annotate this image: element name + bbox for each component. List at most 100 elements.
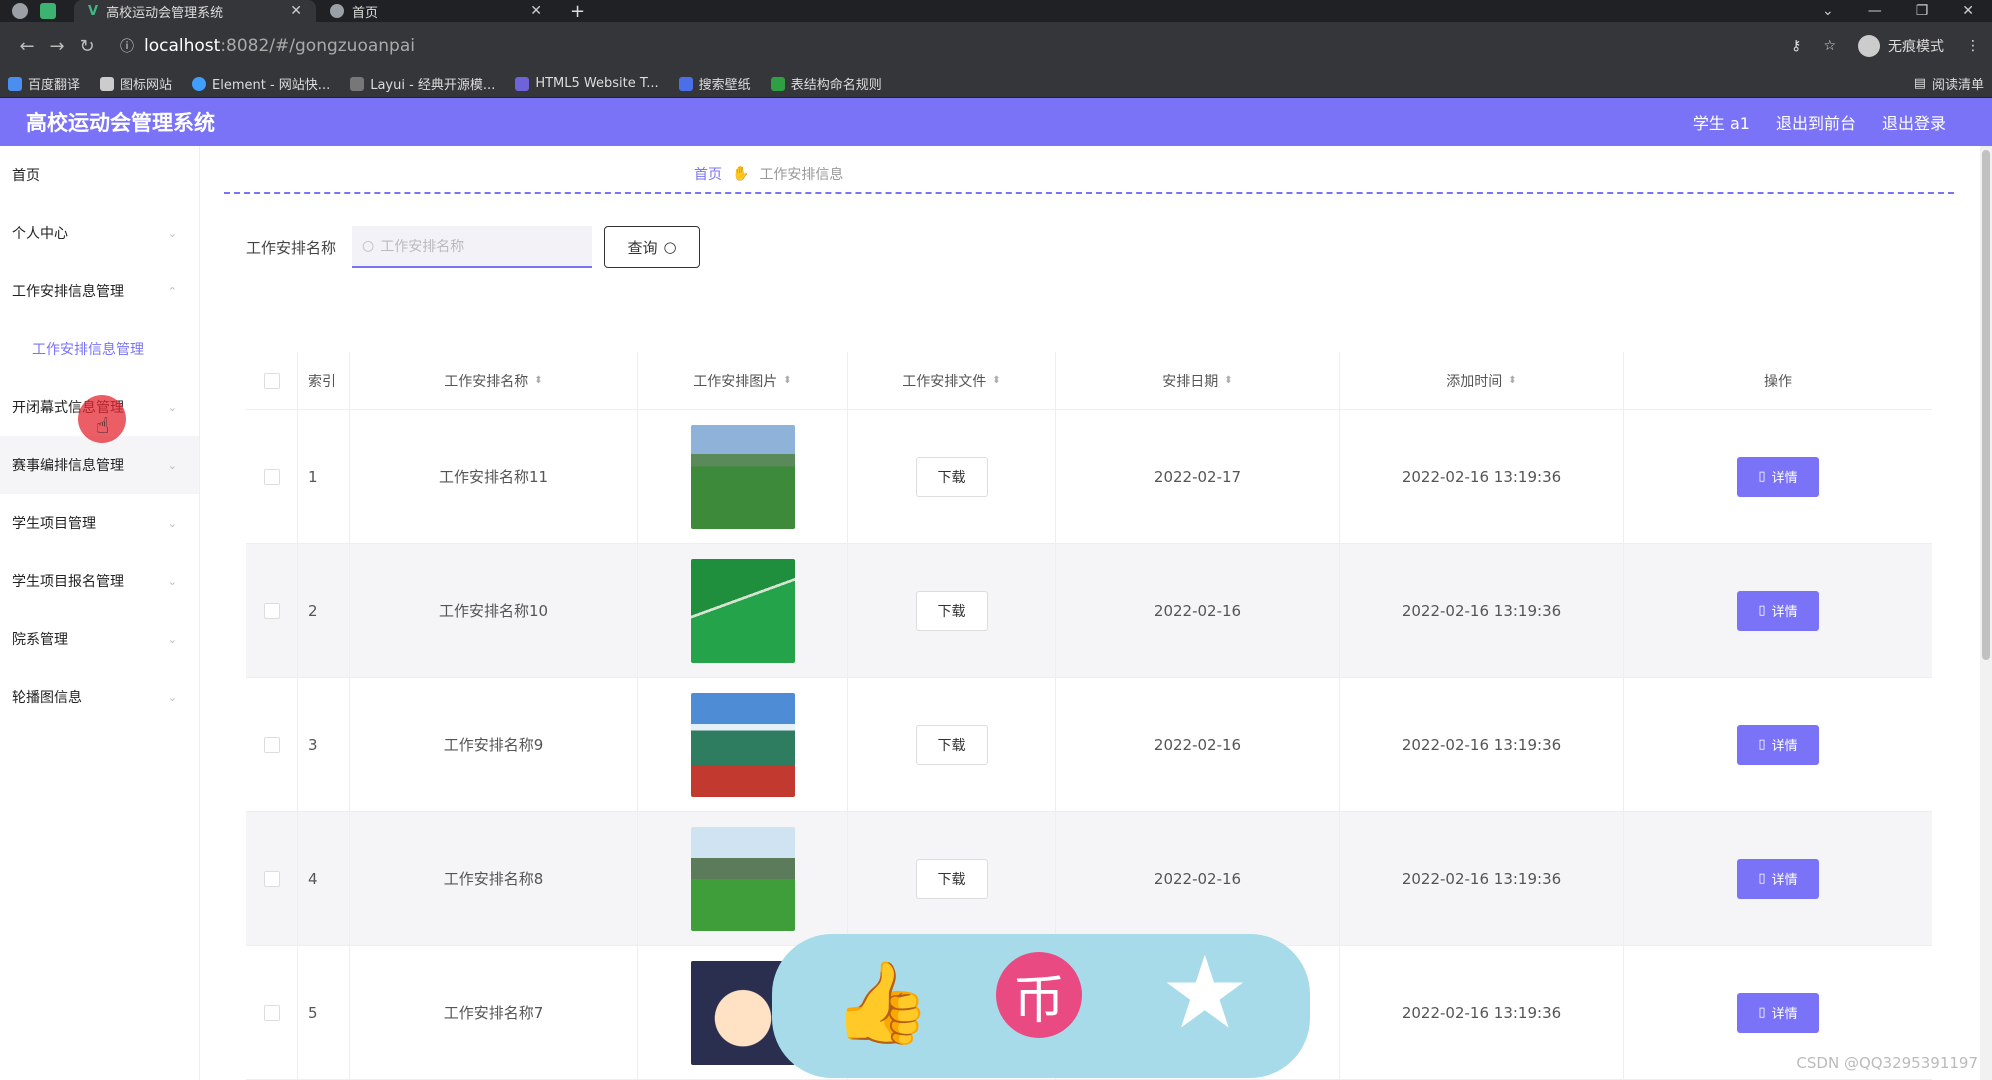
bookmark-icon xyxy=(350,76,365,91)
sidebar-subitem-work-schedule[interactable]: 工作安排信息管理 xyxy=(0,320,199,378)
detail-button[interactable]: ▯ 详情 xyxy=(1737,724,1819,765)
sidebar-item-student-signup[interactable]: 学生项目报名管理 ⌄ xyxy=(0,552,199,610)
star-favorite-icon[interactable]: ★ xyxy=(1160,934,1250,1051)
close-window-icon[interactable]: ✕ xyxy=(1962,3,1974,19)
download-button[interactable]: 下载 xyxy=(915,590,988,631)
vue-logo-icon: V xyxy=(88,3,99,19)
schedule-image[interactable] xyxy=(690,692,795,797)
tab-sports-system[interactable]: V 高校运动会管理系统 ✕ xyxy=(74,0,316,22)
table-row: 4 工作安排名称8 下载 2022-02-16 2022-02-16 13:19… xyxy=(246,812,1932,946)
search-input[interactable]: ○ 工作安排名称 xyxy=(352,226,593,268)
sidebar-item-student-project[interactable]: 学生项目管理 ⌄ xyxy=(0,494,199,552)
hand-separator-icon: ✋ xyxy=(732,166,750,182)
row-checkbox[interactable] xyxy=(263,870,280,887)
query-button[interactable]: 查询 ○ xyxy=(604,226,701,268)
restore-icon[interactable]: ❐ xyxy=(1916,3,1929,19)
breadcrumb-home[interactable]: 首页 xyxy=(694,164,722,184)
row-checkbox[interactable] xyxy=(263,1004,280,1021)
exit-to-frontend-link[interactable]: 退出到前台 xyxy=(1776,110,1856,134)
scrollbar-thumb[interactable] xyxy=(1982,150,1990,660)
row-checkbox[interactable] xyxy=(263,736,280,753)
sort-icon: ⬍ xyxy=(1508,375,1517,386)
download-button[interactable]: 下载 xyxy=(915,858,988,899)
tab-home[interactable]: 首页 ✕ xyxy=(316,0,556,22)
back-icon[interactable]: ← xyxy=(12,36,42,57)
logout-link[interactable]: 退出登录 xyxy=(1882,110,1946,134)
new-tab-icon[interactable]: + xyxy=(570,1,585,22)
column-header-sortable[interactable]: 安排日期 ⬍ xyxy=(1056,352,1340,409)
key-icon[interactable]: ⚷ xyxy=(1791,38,1801,54)
detail-button[interactable]: ▯ 详情 xyxy=(1737,992,1819,1033)
incognito-profile[interactable]: 无痕模式 xyxy=(1858,35,1944,57)
row-name: 工作安排名称11 xyxy=(438,468,549,486)
row-checkbox[interactable] xyxy=(263,602,280,619)
sidebar: 首页 个人中心 ⌄ 工作安排信息管理 ⌃ 工作安排信息管理 开闭幕式信息管理 ⌄ 赛事… xyxy=(0,146,200,1080)
bookmark-icon xyxy=(8,76,22,91)
bookmark-item[interactable]: 百度翻译 xyxy=(8,74,80,93)
row-date: 2022-02-17 xyxy=(1153,467,1242,486)
document-icon: ▯ xyxy=(1758,1005,1766,1020)
detail-button[interactable]: ▯ 详情 xyxy=(1737,858,1819,899)
bookmark-icon xyxy=(678,76,693,91)
bookmark-item[interactable]: HTML5 Website T... xyxy=(515,76,659,91)
detail-button[interactable]: ▯ 详情 xyxy=(1737,590,1819,631)
bookmark-item[interactable]: 搜索壁纸 xyxy=(678,74,751,93)
bookmark-icon xyxy=(515,76,530,91)
incognito-icon xyxy=(1858,35,1880,57)
bookmark-item[interactable]: 表结构命名规则 xyxy=(770,74,882,93)
sidebar-item-event-schedule[interactable]: 赛事编排信息管理 ⌄ xyxy=(0,436,199,494)
download-button[interactable]: 下载 xyxy=(915,456,988,497)
bookmark-item[interactable]: 图标网站 xyxy=(100,74,172,93)
breadcrumb-current: 工作安排信息 xyxy=(759,167,844,183)
close-icon[interactable]: ✕ xyxy=(290,3,302,19)
close-icon[interactable]: ✕ xyxy=(530,3,542,19)
sidebar-item-carousel[interactable]: 轮播图信息 ⌄ xyxy=(0,668,199,726)
sort-icon: ⬍ xyxy=(1224,375,1233,386)
thumbs-up-icon[interactable]: 👍 xyxy=(832,956,932,1050)
breadcrumb: 首页 ✋ 工作安排信息 xyxy=(694,164,843,184)
column-header-sortable[interactable]: 工作安排名称 ⬍ xyxy=(350,352,638,409)
kebab-menu-icon[interactable]: ⋮ xyxy=(1966,38,1980,54)
column-header: 索引 xyxy=(308,373,336,390)
app-favicon-icon[interactable] xyxy=(40,3,56,19)
document-icon: ▯ xyxy=(1758,737,1766,752)
row-added-time: 2022-02-16 13:19:36 xyxy=(1401,869,1562,888)
sort-icon: ⬍ xyxy=(783,375,792,386)
column-header-sortable[interactable]: 添加时间 ⬍ xyxy=(1340,352,1624,409)
sidebar-item-work-schedule[interactable]: 工作安排信息管理 ⌃ xyxy=(0,262,199,320)
column-header-sortable[interactable]: 工作安排文件 ⬍ xyxy=(848,352,1056,409)
forward-icon[interactable]: → xyxy=(42,36,72,57)
row-name: 工作安排名称7 xyxy=(443,1004,544,1022)
bookmark-icon xyxy=(770,76,785,91)
detail-button[interactable]: ▯ 详情 xyxy=(1737,456,1819,497)
row-added-time: 2022-02-16 13:19:36 xyxy=(1401,1003,1562,1022)
reading-list[interactable]: ▤ 阅读清单 xyxy=(1914,74,1984,93)
info-icon: ⓘ xyxy=(120,39,134,55)
minimize-icon[interactable]: — xyxy=(1868,3,1882,19)
download-button[interactable]: 下载 xyxy=(915,724,988,765)
schedule-image[interactable] xyxy=(690,826,795,931)
browser-menu-icon[interactable] xyxy=(12,3,28,19)
reload-icon[interactable]: ↻ xyxy=(72,36,102,57)
star-icon[interactable]: ☆ xyxy=(1823,38,1836,54)
schedule-image[interactable] xyxy=(690,424,795,529)
address-bar: ← → ↻ ⓘ localhost:8082/#/gongzuoanpai ⚷ … xyxy=(0,22,1992,70)
window-controls: ⌄ — ❐ ✕ xyxy=(1822,3,1992,19)
schedule-image[interactable] xyxy=(690,558,795,663)
row-checkbox[interactable] xyxy=(263,468,280,485)
select-all-checkbox[interactable] xyxy=(263,372,280,389)
user-name-link[interactable]: 学生 a1 xyxy=(1693,110,1750,134)
sidebar-item-home[interactable]: 首页 xyxy=(0,146,199,204)
app-title: 高校运动会管理系统 xyxy=(26,111,215,135)
url-field[interactable]: ⓘ localhost:8082/#/gongzuoanpai xyxy=(120,36,1791,56)
bookmark-item[interactable]: Element - 网站快... xyxy=(192,74,330,93)
row-name: 工作安排名称8 xyxy=(443,870,544,888)
column-header-sortable[interactable]: 工作安排图片 ⬍ xyxy=(638,352,848,409)
row-date: 2022-02-16 xyxy=(1153,869,1242,888)
coin-icon[interactable]: 币 xyxy=(996,952,1082,1038)
bookmark-item[interactable]: Layui - 经典开源模... xyxy=(350,74,495,93)
sidebar-item-department[interactable]: 院系管理 ⌄ xyxy=(0,610,199,668)
chevron-down-icon[interactable]: ⌄ xyxy=(1822,3,1834,19)
sidebar-item-personal-center[interactable]: 个人中心 ⌄ xyxy=(0,204,199,262)
row-added-time: 2022-02-16 13:19:36 xyxy=(1401,601,1562,620)
